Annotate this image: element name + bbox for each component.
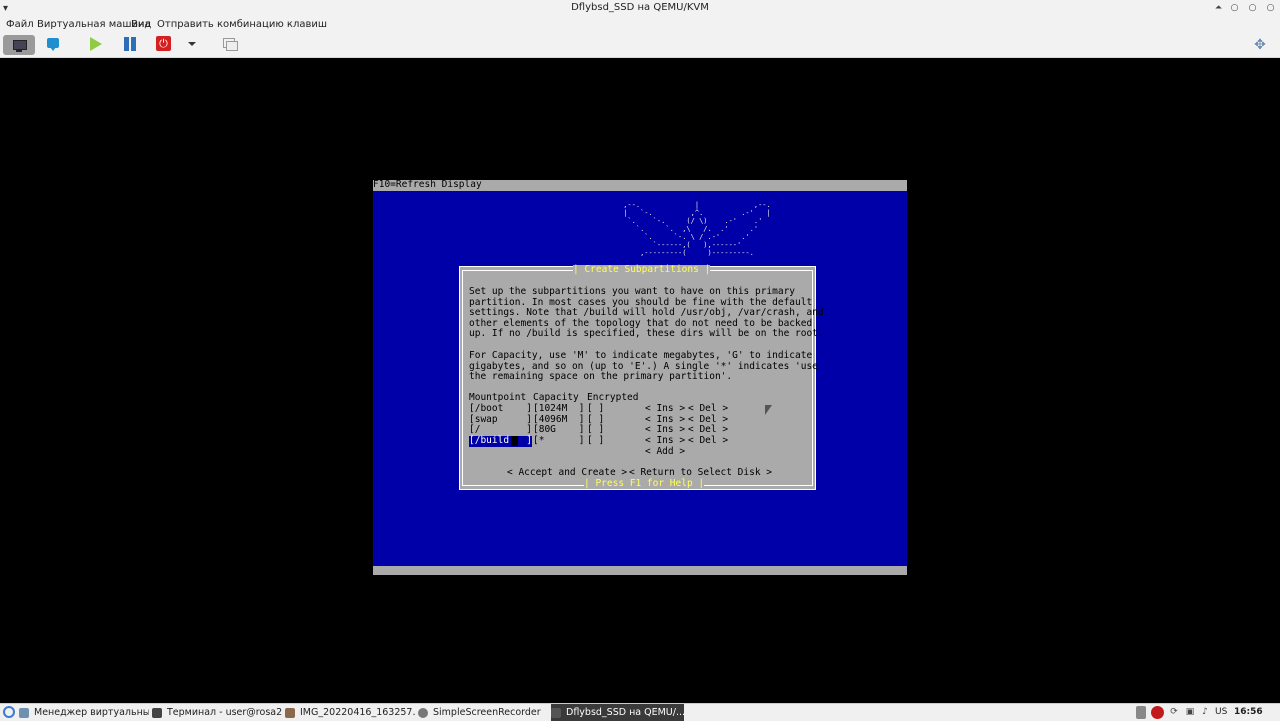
toolbar: ⏻ ✥: [0, 32, 1280, 58]
header-capacity: Capacity: [533, 392, 579, 403]
snapshot-icon[interactable]: [222, 35, 238, 55]
clock[interactable]: 16:56: [1234, 706, 1263, 719]
table-row: [/boot ] [1024M ] [ ] < Ins > < Del >: [469, 403, 769, 415]
table-row: [/build ] [* ] [ ] < Ins > < Del >: [469, 435, 769, 447]
menu-view[interactable]: Вид: [131, 17, 151, 32]
capacity-field[interactable]: [80G ]: [533, 424, 584, 436]
capacity-field[interactable]: [1024M ]: [533, 403, 584, 415]
dragonfly-logo: ,--. | ,--. | `-. ,^. .-' | `. `-. (/ \)…: [619, 201, 771, 257]
terminal-icon: [152, 707, 162, 718]
maximize-icon[interactable]: ○: [1247, 3, 1258, 14]
ins-button[interactable]: < Ins >: [645, 403, 685, 415]
help-hint: | Press F1 for Help |: [584, 478, 705, 489]
window-title: Dflybsd_SSD на QEMU/KVM: [571, 2, 709, 13]
refresh-bar: F10=Refresh Display: [373, 179, 907, 191]
del-button[interactable]: < Del >: [688, 424, 728, 436]
task-image[interactable]: IMG_20220416_163257.jp...: [285, 704, 415, 721]
pause-icon[interactable]: [122, 35, 138, 55]
task-screen-recorder[interactable]: SimpleScreenRecorder: [418, 704, 548, 721]
table-row: [/ ] [80G ] [ ] < Ins > < Del >: [469, 424, 769, 436]
close-icon[interactable]: ○: [1265, 3, 1276, 14]
accept-and-create-button[interactable]: < Accept and Create >: [507, 467, 627, 479]
del-button[interactable]: < Del >: [688, 435, 728, 447]
encrypted-checkbox[interactable]: [ ]: [587, 435, 604, 447]
text-cursor: [511, 436, 518, 446]
recorder-icon: [418, 707, 428, 718]
mountpoint-field-active[interactable]: [/build ]: [469, 435, 532, 447]
dropdown-icon[interactable]: [186, 35, 198, 55]
virt-manager-icon: [19, 707, 29, 718]
bottom-bar: [373, 566, 907, 575]
refresh-hint: F10=Refresh Display: [373, 179, 482, 190]
del-button[interactable]: < Del >: [688, 403, 728, 415]
guest-screen[interactable]: F10=Refresh Display ,--. | ,--. | `-. ,^…: [373, 179, 907, 575]
menu-bar: Файл Виртуальная машина Вид Отправить ко…: [0, 17, 1280, 32]
play-icon[interactable]: [88, 35, 104, 55]
header-mountpoint: Mountpoint: [469, 392, 527, 403]
info-icon[interactable]: [45, 35, 61, 55]
minimize-icon[interactable]: ○: [1229, 3, 1240, 14]
mountpoint-field[interactable]: [/ ]: [469, 424, 532, 436]
sync-icon[interactable]: ⟳: [1168, 706, 1180, 719]
return-to-select-disk-button[interactable]: < Return to Select Disk >: [629, 467, 772, 479]
task-virt-manager[interactable]: Менеджер виртуальны...: [19, 704, 149, 721]
taskbar: Менеджер виртуальны... Терминал - user@r…: [0, 703, 1280, 721]
add-button[interactable]: < Add >: [645, 446, 685, 458]
capacity-field[interactable]: [* ]: [533, 435, 584, 447]
task-terminal[interactable]: Терминал - user@rosa20...: [152, 704, 282, 721]
ins-button[interactable]: < Ins >: [645, 424, 685, 436]
image-icon: [285, 707, 295, 718]
monitor-icon[interactable]: [3, 35, 35, 55]
encrypted-checkbox[interactable]: [ ]: [587, 424, 604, 436]
menu-send-key[interactable]: Отправить комбинацию клавиш: [157, 17, 327, 32]
task-vm-window[interactable]: Dflybsd_SSD на QEMU/...: [551, 704, 684, 721]
volume-icon[interactable]: ♪: [1199, 706, 1211, 719]
start-menu-icon[interactable]: [3, 706, 15, 718]
resize-icon[interactable]: ✥: [1252, 35, 1268, 55]
dialog-title: | Create Subpartitions |: [573, 264, 711, 275]
clipboard-icon[interactable]: [1136, 706, 1146, 719]
record-icon[interactable]: [1151, 706, 1164, 719]
intro-text: Set up the subpartitions you want to hav…: [469, 286, 824, 340]
ins-button[interactable]: < Ins >: [645, 435, 685, 447]
encrypted-checkbox[interactable]: [ ]: [587, 403, 604, 415]
title-bar: ▾ Dflybsd_SSD на QEMU/KVM ⏶ ○ ○ ○: [0, 0, 1280, 17]
create-subpartitions-dialog: | Create Subpartitions | Set up the subp…: [459, 264, 824, 490]
keep-above-icon[interactable]: ⏶: [1213, 3, 1224, 14]
mountpoint-field[interactable]: [/boot ]: [469, 403, 532, 415]
header-encrypted: Encrypted: [587, 392, 639, 403]
power-icon[interactable]: ⏻: [156, 35, 172, 55]
keyboard-layout[interactable]: US: [1215, 706, 1227, 719]
vm-icon: [551, 707, 561, 718]
capacity-note: For Capacity, use 'M' to indicate megaby…: [469, 350, 818, 383]
menu-file[interactable]: Файл: [6, 17, 34, 32]
network-icon[interactable]: ▣: [1184, 706, 1196, 719]
